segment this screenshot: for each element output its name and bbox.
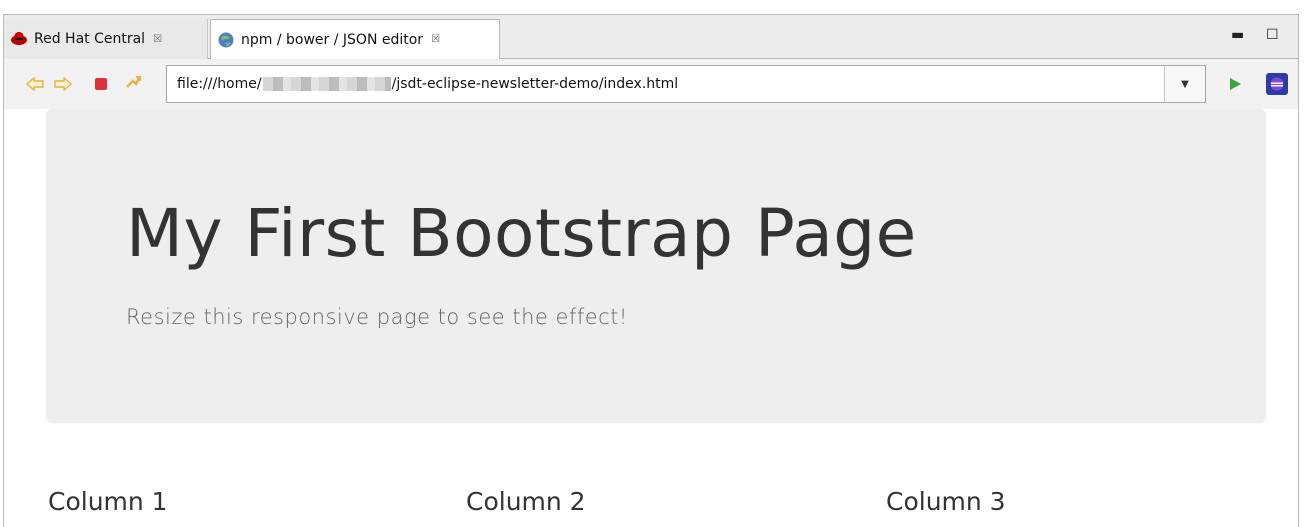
- page-title: My First Bootstrap Page: [126, 195, 917, 272]
- redhat-icon: [10, 30, 28, 48]
- url-history-dropdown[interactable]: ▼: [1164, 66, 1205, 102]
- refresh-icon[interactable]: [124, 75, 142, 93]
- column-heading-1: Column 1: [48, 487, 168, 516]
- jumbotron: My First Bootstrap Page Resize this resp…: [46, 109, 1266, 423]
- tab-npm-bower-json-editor[interactable]: npm / bower / JSON editor ☒: [210, 19, 500, 60]
- back-arrow-icon[interactable]: [26, 75, 44, 93]
- url-prefix: file:///home/: [177, 76, 262, 92]
- tab-red-hat-central[interactable]: Red Hat Central ☒: [4, 19, 208, 59]
- tab-strip: Red Hat Central ☒ npm / bower / JSON edi…: [4, 15, 1298, 60]
- close-tab-icon[interactable]: ☒: [153, 34, 162, 45]
- url-suffix: /jsdt-eclipse-newsletter-demo/index.html: [391, 76, 679, 92]
- maximize-icon[interactable]: ☐: [1266, 27, 1279, 43]
- tab-label: npm / bower / JSON editor: [241, 31, 424, 48]
- redacted-path: [262, 77, 391, 91]
- browser-window: Red Hat Central ☒ npm / bower / JSON edi…: [3, 14, 1299, 527]
- forward-arrow-icon[interactable]: [54, 75, 72, 93]
- close-tab-icon[interactable]: ☒: [431, 34, 440, 45]
- minimize-icon[interactable]: ▬: [1231, 27, 1244, 43]
- browser-toolbar: file:///home/ /jsdt-eclipse-newsletter-d…: [4, 59, 1298, 109]
- globe-icon: [217, 31, 235, 49]
- page-subtitle: Resize this responsive page to see the e…: [126, 305, 628, 329]
- tab-label: Red Hat Central: [34, 31, 146, 47]
- column-heading-3: Column 3: [886, 487, 1006, 516]
- url-input[interactable]: file:///home/ /jsdt-eclipse-newsletter-d…: [166, 65, 1206, 103]
- web-page-content: My First Bootstrap Page Resize this resp…: [4, 109, 1298, 527]
- eclipse-icon[interactable]: [1266, 73, 1288, 95]
- column-heading-2: Column 2: [466, 487, 586, 516]
- stop-icon[interactable]: [92, 75, 110, 93]
- go-icon[interactable]: [1226, 75, 1244, 93]
